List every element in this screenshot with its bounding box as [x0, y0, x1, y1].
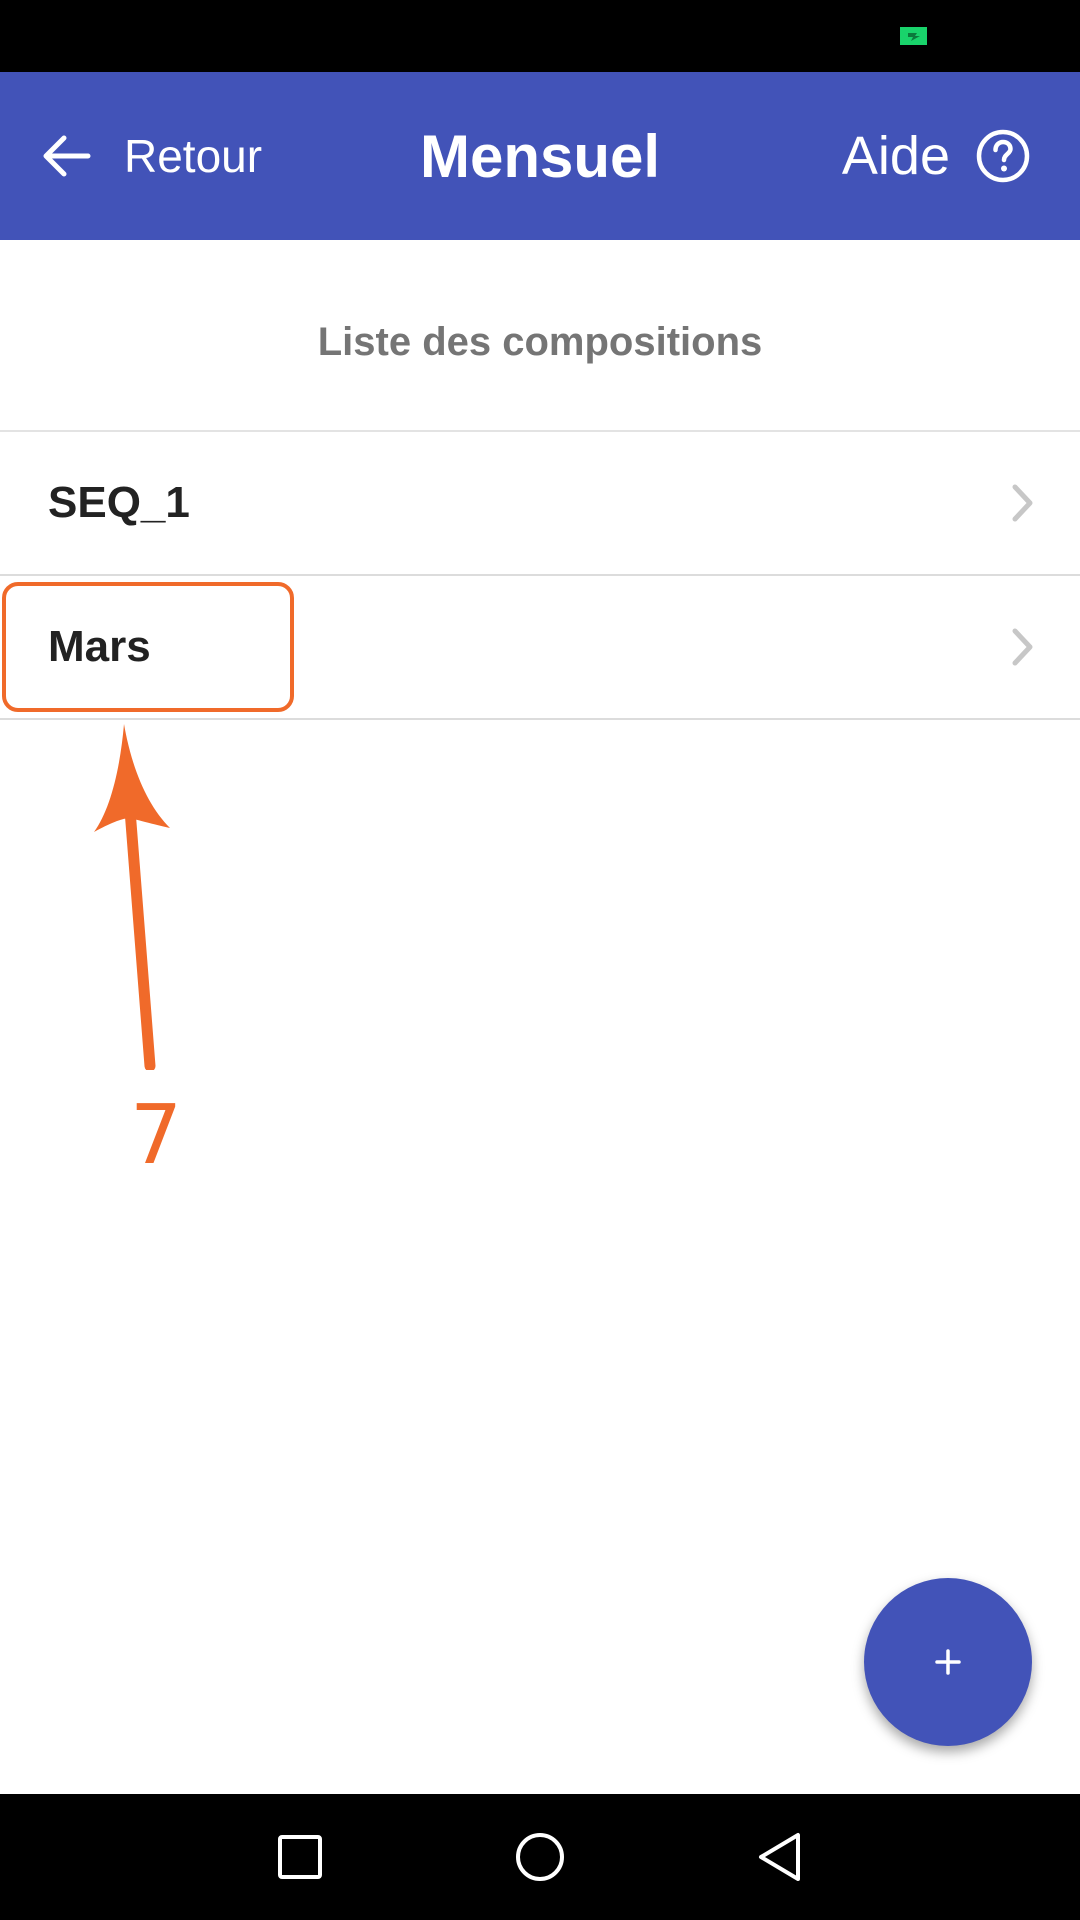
annotation-arrow-icon [94, 724, 170, 1070]
back-label: Retour [124, 130, 263, 182]
navigation-bar [0, 1794, 1080, 1920]
chevron-right-icon [1012, 628, 1033, 666]
list-item-seq-1[interactable]: SEQ_1 [0, 432, 1080, 576]
recent-apps-icon [278, 1835, 322, 1879]
home-button[interactable] [470, 1794, 610, 1920]
list-item-label: Mars [48, 622, 151, 671]
plus-icon [935, 1649, 961, 1675]
help-button[interactable]: Aide [842, 100, 1030, 212]
recent-apps-button[interactable] [230, 1794, 370, 1920]
status-bar [0, 0, 1080, 72]
arrow-left-icon [43, 135, 91, 177]
help-label: Aide [841, 126, 950, 186]
back-button[interactable]: Retour [40, 100, 262, 212]
chevron-right-icon [1012, 484, 1033, 522]
system-back-button[interactable] [710, 1794, 850, 1920]
app-bar: Retour Mensuel Aide [0, 72, 1080, 240]
list-item-mars[interactable]: Mars [0, 576, 1080, 720]
home-icon [516, 1833, 564, 1881]
back-triangle-icon [759, 1833, 800, 1881]
composition-list: SEQ_1 Mars [0, 432, 1080, 720]
list-item-label: SEQ_1 [48, 478, 190, 527]
question-circle-icon [976, 129, 1030, 183]
section-title: Liste des compositions [0, 240, 1080, 432]
screen: Retour Mensuel Aide Liste des compositio… [0, 0, 1080, 1920]
annotation-step-number: 7 [130, 1088, 183, 1183]
add-composition-button[interactable] [864, 1578, 1032, 1746]
battery-charging-icon [900, 27, 927, 45]
